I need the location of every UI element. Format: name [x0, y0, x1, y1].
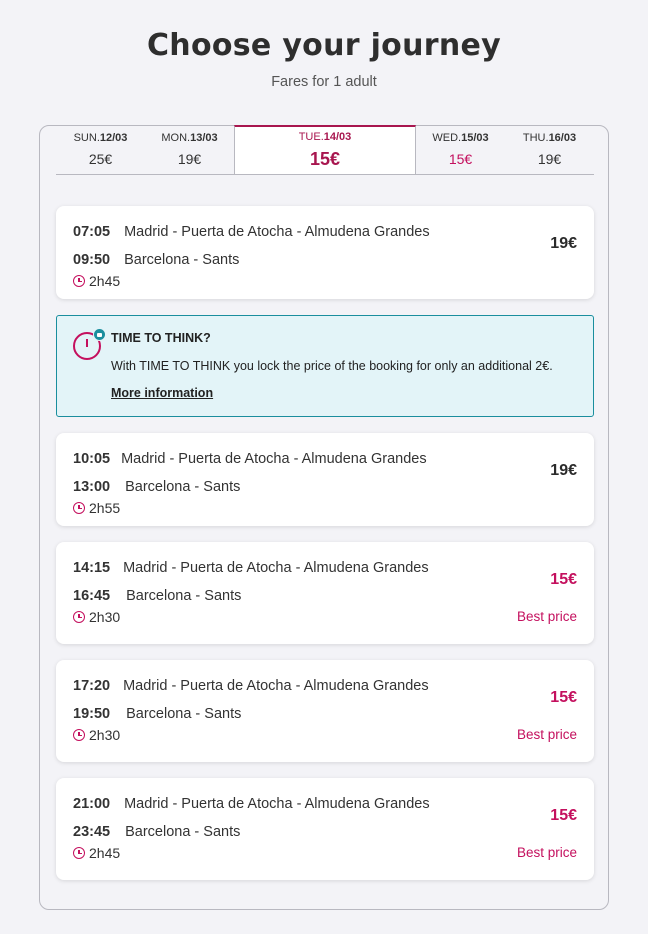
- trip-card[interactable]: 10:05 Madrid - Puerta de Atocha - Almuden…: [56, 433, 594, 526]
- trip-card[interactable]: 21:00 Madrid - Puerta de Atocha - Almuden…: [56, 778, 594, 880]
- date-tab-mon[interactable]: MON.13/03 19€: [145, 126, 234, 174]
- date-tab-day: SUN.: [73, 132, 100, 144]
- arrival-time: 09:50: [73, 252, 111, 268]
- arrival-time: 23:45: [73, 824, 111, 840]
- date-tab-sun[interactable]: SUN.12/03 25€: [56, 126, 145, 174]
- arrival-time: 13:00: [73, 479, 111, 495]
- date-tab-date: 12/03: [99, 132, 128, 144]
- departure-station: Madrid - Puerta de Atocha - Almudena Gra…: [123, 678, 429, 694]
- clock-lock-icon: [73, 328, 106, 360]
- time-to-think-banner: TIME TO THINK? With TIME TO THINK you lo…: [56, 315, 594, 417]
- promo-text: With TIME TO THINK you lock the price of…: [111, 359, 553, 373]
- date-tab-price: 19€: [177, 151, 202, 167]
- departure-time: 07:05: [73, 224, 111, 240]
- best-price-badge: Best price: [516, 845, 577, 860]
- date-tab-price: 15€: [448, 151, 473, 167]
- fare-subtitle: Fares for 1 adult: [271, 74, 377, 90]
- trip-price: 19€: [550, 235, 577, 252]
- departure-time: 10:05: [73, 451, 111, 467]
- date-tab-date: 14/03: [323, 131, 352, 143]
- trip-card[interactable]: 07:05 Madrid - Puerta de Atocha - Almuden…: [56, 206, 594, 299]
- journey-panel: SUN.12/03 25€ MON.13/03 19€ TUE.14/03 15…: [39, 125, 609, 910]
- trip-duration: 2h30: [89, 727, 121, 743]
- departure-time: 21:00: [73, 796, 111, 812]
- lock-icon: [93, 328, 106, 341]
- trip-price: 15€: [550, 689, 577, 706]
- date-tab-day: THU.: [522, 132, 549, 144]
- trip-duration: 2h45: [89, 845, 121, 861]
- date-tab-price: 19€: [537, 151, 562, 167]
- date-tab-thu[interactable]: THU.16/03 19€: [505, 126, 594, 174]
- departure-time: 17:20: [73, 678, 111, 694]
- clock-icon: [73, 275, 85, 287]
- arrival-station: Barcelona - Sants: [126, 706, 242, 722]
- date-selector: SUN.12/03 25€ MON.13/03 19€ TUE.14/03 15…: [56, 125, 594, 175]
- more-information-link[interactable]: More information: [111, 386, 213, 400]
- arrival-time: 19:50: [73, 706, 111, 722]
- date-tab-wed[interactable]: WED.15/03 15€: [416, 126, 505, 174]
- clock-icon: [73, 611, 85, 623]
- departure-station: Madrid - Puerta de Atocha - Almudena Gra…: [124, 796, 430, 812]
- date-tab-tue-selected[interactable]: TUE.14/03 15€: [234, 125, 416, 174]
- trip-price: 15€: [550, 807, 577, 824]
- date-tab-day: WED.: [432, 132, 462, 144]
- clock-icon: [73, 847, 85, 859]
- date-tab-date: 15/03: [461, 132, 489, 144]
- arrival-time: 16:45: [73, 588, 111, 604]
- trip-card[interactable]: 14:15 Madrid - Puerta de Atocha - Almuden…: [56, 542, 594, 644]
- date-tab-day: MON.: [161, 132, 191, 144]
- date-tab-price: 25€: [88, 151, 113, 167]
- trip-price: 15€: [550, 571, 577, 588]
- clock-icon: [73, 502, 85, 514]
- trip-duration: 2h30: [89, 609, 121, 625]
- date-tab-date: 13/03: [190, 132, 218, 144]
- clock-icon: [73, 729, 85, 741]
- best-price-badge: Best price: [516, 727, 577, 742]
- best-price-badge: Best price: [516, 609, 577, 624]
- departure-station: Madrid - Puerta de Atocha - Almudena Gra…: [124, 224, 430, 240]
- promo-title: TIME TO THINK?: [111, 331, 211, 345]
- date-tab-date: 16/03: [548, 132, 577, 144]
- arrival-station: Barcelona - Sants: [125, 824, 241, 840]
- arrival-station: Barcelona - Sants: [126, 588, 242, 604]
- date-tab-price: 15€: [309, 149, 341, 169]
- trip-duration: 2h45: [89, 273, 121, 289]
- departure-station: Madrid - Puerta de Atocha - Almudena Gra…: [121, 451, 427, 467]
- trip-duration: 2h55: [89, 500, 121, 516]
- page-title: Choose your journey: [146, 28, 501, 63]
- trip-card[interactable]: 17:20 Madrid - Puerta de Atocha - Almuden…: [56, 660, 594, 762]
- departure-station: Madrid - Puerta de Atocha - Almudena Gra…: [123, 560, 429, 576]
- trip-price: 19€: [550, 462, 577, 479]
- arrival-station: Barcelona - Sants: [125, 479, 241, 495]
- departure-time: 14:15: [73, 560, 111, 576]
- arrival-station: Barcelona - Sants: [124, 252, 240, 268]
- date-tab-day: TUE.: [298, 131, 324, 143]
